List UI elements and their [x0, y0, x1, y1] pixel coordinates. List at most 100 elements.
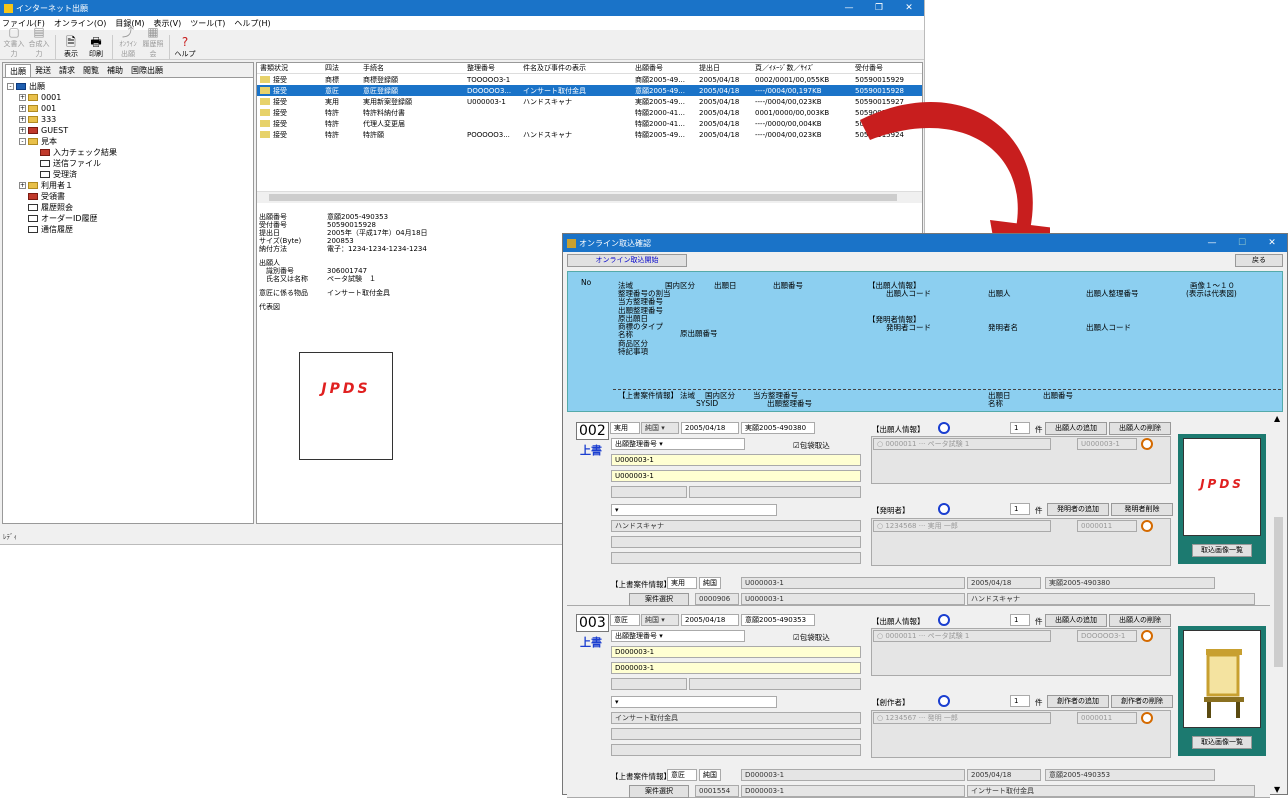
- toolbar-button-6[interactable]: ? ヘルプ: [173, 36, 197, 59]
- restore-button[interactable]: ❐: [864, 3, 894, 13]
- o-app[interactable]: 実願2005-490380: [1045, 577, 1215, 589]
- inv-count[interactable]: 1: [1010, 503, 1030, 515]
- hohiki-field[interactable]: 実用: [610, 422, 640, 434]
- applicant-circle-icon[interactable]: [1141, 630, 1153, 642]
- scroll-down-icon[interactable]: ▼: [1274, 785, 1280, 794]
- image-list-button[interactable]: 取込画像一覧: [1192, 736, 1252, 749]
- o-hohiki[interactable]: 意匠: [667, 769, 697, 781]
- o-ref[interactable]: U000003-1: [741, 577, 965, 589]
- toolbar-button-2[interactable]: 🗎 表示: [59, 36, 83, 59]
- case-select-button[interactable]: 案件選択: [629, 593, 689, 606]
- o-sysid[interactable]: 0001554: [695, 785, 739, 797]
- vertical-scrollbar[interactable]: ▲ ▼: [1272, 414, 1285, 794]
- app-no-field[interactable]: 意願2005-490353: [741, 614, 815, 626]
- tab-3[interactable]: 閲覧: [79, 64, 103, 77]
- applicant-circle-icon[interactable]: [1141, 438, 1153, 450]
- o-name[interactable]: ハンドスキャナ: [967, 593, 1255, 605]
- column-header[interactable]: 整理番号: [467, 63, 523, 73]
- delete-applicant-button[interactable]: 出願人の削除: [1109, 422, 1171, 435]
- type-select[interactable]: ▾: [611, 696, 777, 708]
- delete-applicant-button[interactable]: 出願人の削除: [1109, 614, 1171, 627]
- scroll-thumb[interactable]: [1274, 517, 1283, 667]
- ref-select[interactable]: 出願整理番号 ▾: [611, 438, 745, 450]
- tree-node[interactable]: 送信ファイル: [7, 158, 249, 169]
- delete-inventor-button[interactable]: 発明者削除: [1111, 503, 1173, 516]
- inv-count[interactable]: 1: [1010, 695, 1030, 707]
- date-field[interactable]: 2005/04/18: [681, 422, 739, 434]
- table-row[interactable]: 接受 実用 実用新案登録願 U000003-1 ハンドスキャナ 実願2005-49... 2…: [257, 96, 922, 107]
- name-field[interactable]: ハンドスキャナ: [611, 520, 861, 532]
- tree-node[interactable]: +0001: [7, 92, 249, 103]
- add-inventor-button[interactable]: 発明者の追加: [1047, 503, 1109, 516]
- table-row[interactable]: 接受 特許 特許願 POOOOO3... ハンドスキャナ 特願2005-49... 2005…: [257, 129, 922, 140]
- table-row[interactable]: 接受 特許 特許料納付書 特願2000-41... 2005/04/18 0001/000…: [257, 107, 922, 118]
- o-name[interactable]: インサート取付金具: [967, 785, 1255, 797]
- o-ref2[interactable]: D000003-1: [741, 785, 965, 797]
- kokunai-select[interactable]: 純国 ▾: [641, 422, 679, 434]
- app-count[interactable]: 1: [1010, 614, 1030, 626]
- app-no-field[interactable]: 実願2005-490380: [741, 422, 815, 434]
- column-header[interactable]: 書類状況: [257, 63, 325, 73]
- expand-icon[interactable]: +: [19, 116, 26, 123]
- add-circle-icon[interactable]: [938, 422, 950, 434]
- column-header[interactable]: 四法: [325, 63, 363, 73]
- column-header[interactable]: 手続名: [363, 63, 467, 73]
- o-date[interactable]: 2005/04/18: [967, 769, 1041, 781]
- back-button[interactable]: 戻る: [1235, 254, 1283, 267]
- ref-field-2[interactable]: D000003-1: [611, 662, 861, 674]
- tab-5[interactable]: 国際出願: [127, 64, 167, 77]
- o-sysid[interactable]: 0000906: [695, 593, 739, 605]
- expand-icon[interactable]: +: [19, 127, 26, 134]
- tree-node[interactable]: 通信履歴: [7, 224, 249, 235]
- collapse-icon[interactable]: -: [7, 83, 14, 90]
- type-select[interactable]: ▾: [611, 504, 777, 516]
- tab-4[interactable]: 補助: [103, 64, 127, 77]
- tab-2[interactable]: 請求: [55, 64, 79, 77]
- ref-select[interactable]: 出願整理番号 ▾: [611, 630, 745, 642]
- o-ref[interactable]: D000003-1: [741, 769, 965, 781]
- scroll-up-icon[interactable]: ▲: [1274, 414, 1280, 423]
- column-header[interactable]: 出願番号: [635, 63, 699, 73]
- image-list-button[interactable]: 取込画像一覧: [1192, 544, 1252, 557]
- inventor-circle-icon[interactable]: [1141, 712, 1153, 724]
- minimize-button[interactable]: —: [1197, 238, 1227, 248]
- column-header[interactable]: 受付番号: [855, 63, 915, 73]
- toolbar-button-3[interactable]: 🖶 印刷: [84, 36, 108, 59]
- column-header[interactable]: 頁／ｲﾒｰｼﾞ数／ｻｲｽﾞ: [755, 63, 855, 73]
- tree-node[interactable]: - 出願: [7, 81, 249, 92]
- horizontal-scrollbar[interactable]: [257, 191, 922, 203]
- tree-node[interactable]: 履歴照会: [7, 202, 249, 213]
- case-select-button[interactable]: 案件選択: [629, 785, 689, 798]
- tab-0[interactable]: 出願: [5, 64, 31, 77]
- collapse-icon[interactable]: -: [19, 138, 26, 145]
- scroll-thumb[interactable]: [269, 194, 897, 201]
- tree-node[interactable]: +001: [7, 103, 249, 114]
- column-header[interactable]: 提出日: [699, 63, 755, 73]
- menu-item-5[interactable]: ヘルプ(H): [234, 18, 270, 29]
- close-button[interactable]: ✕: [894, 3, 924, 13]
- close-button[interactable]: ✕: [1257, 238, 1287, 248]
- app-count[interactable]: 1: [1010, 422, 1030, 434]
- add-inventor-button[interactable]: 創作者の追加: [1047, 695, 1109, 708]
- tree-node[interactable]: 受領書: [7, 191, 249, 202]
- add-inventor-icon[interactable]: [938, 503, 950, 515]
- ref-field-1[interactable]: U000003-1: [611, 454, 861, 466]
- column-header[interactable]: 件名及び事件の表示: [523, 63, 635, 73]
- minimize-button[interactable]: —: [834, 3, 864, 13]
- menu-item-4[interactable]: ツール(T): [190, 18, 225, 29]
- kokunai-select[interactable]: 純国 ▾: [641, 614, 679, 626]
- maximize-button[interactable]: ☐: [1227, 238, 1257, 248]
- add-inventor-icon[interactable]: [938, 695, 950, 707]
- tree-node[interactable]: オーダーID履歴: [7, 213, 249, 224]
- tree-node[interactable]: 入力チェック結果: [7, 147, 249, 158]
- o-kokunai[interactable]: 純国: [699, 769, 721, 781]
- tree-node[interactable]: +333: [7, 114, 249, 125]
- tree-node[interactable]: - 見本: [7, 136, 249, 147]
- start-import-button[interactable]: オンライン取込開始: [567, 254, 687, 267]
- table-row[interactable]: 接受 商標 商標登録願 TOOOOO3-1 商願2005-49... 2005/04/18…: [257, 74, 922, 85]
- o-ref2[interactable]: U000003-1: [741, 593, 965, 605]
- o-date[interactable]: 2005/04/18: [967, 577, 1041, 589]
- add-applicant-button[interactable]: 出願人の追加: [1045, 422, 1107, 435]
- name-field[interactable]: インサート取付金具: [611, 712, 861, 724]
- inventor-circle-icon[interactable]: [1141, 520, 1153, 532]
